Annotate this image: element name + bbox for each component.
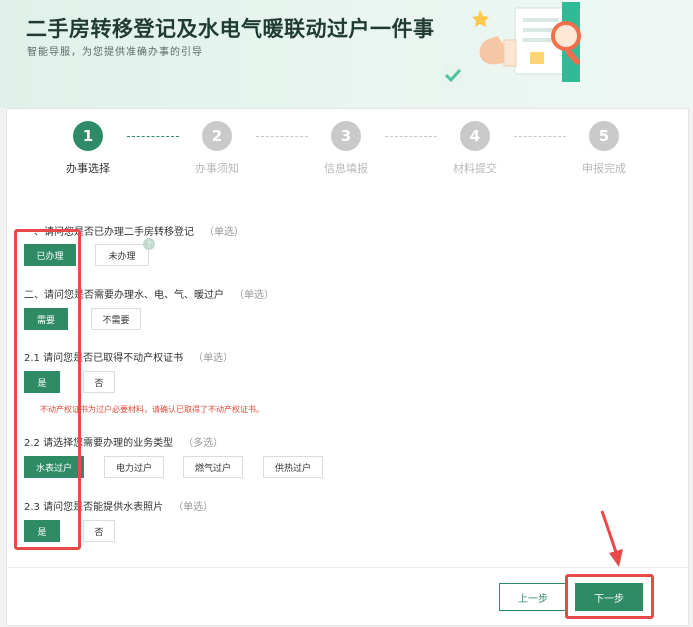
step-number: 5	[589, 121, 619, 151]
question-hint: （单选）	[234, 290, 274, 301]
step-4: 4 材料提交	[435, 121, 515, 176]
footer-divider	[7, 567, 688, 568]
question-hint: （单选）	[204, 227, 244, 238]
prev-button[interactable]: 上一步	[499, 583, 567, 611]
highlight-box-options	[14, 229, 81, 550]
question-hint: （单选）	[173, 502, 214, 513]
page-subtitle: 智能导服，为您提供准确办事的引导	[27, 47, 203, 58]
option-no[interactable]: 否	[83, 371, 115, 393]
option-gas-transfer[interactable]: 燃气过户	[183, 456, 243, 478]
step-connector	[127, 136, 179, 137]
question-hint: （多选）	[183, 438, 224, 449]
step-label: 办事选择	[66, 162, 110, 175]
step-5: 5 申报完成	[564, 121, 644, 176]
option-no-need[interactable]: 不需要	[91, 308, 141, 330]
step-label: 办事须知	[195, 162, 239, 175]
header-banner: 二手房转移登记及水电气暖联动过户一件事 智能导服，为您提供准确办事的引导	[0, 0, 693, 108]
document-magnifier-illustration-icon	[441, 2, 581, 86]
step-label: 信息填报	[324, 162, 368, 175]
step-number: 1	[73, 121, 103, 151]
step-1: 1 办事选择	[48, 121, 128, 176]
step-connector	[514, 136, 566, 137]
option-no[interactable]: 否	[83, 520, 115, 542]
progress-steps: 1 办事选择 2 办事须知 3 信息填报 4 材料提交 5 申报完成	[7, 121, 688, 181]
annotation-arrow-icon	[600, 510, 623, 567]
option-not-done[interactable]: 未办理	[95, 244, 149, 266]
step-number: 2	[202, 121, 232, 151]
step-label: 申报完成	[582, 162, 626, 175]
step-connector	[256, 136, 308, 137]
main-panel: 1 办事选择 2 办事须知 3 信息填报 4 材料提交 5 申报完成 一、请问您…	[6, 108, 689, 626]
page-title: 二手房转移登记及水电气暖联动过户一件事	[26, 17, 435, 41]
step-label: 材料提交	[453, 162, 497, 175]
highlight-box-next	[565, 574, 654, 619]
question-hint: （单选）	[193, 353, 234, 364]
step-number: 3	[331, 121, 361, 151]
option-power-transfer[interactable]: 电力过户	[104, 456, 164, 478]
step-connector	[385, 136, 437, 137]
step-3: 3 信息填报	[306, 121, 386, 176]
step-number: 4	[460, 121, 490, 151]
option-heating-transfer[interactable]: 供热过户	[263, 456, 323, 478]
step-2: 2 办事须知	[177, 121, 257, 176]
help-icon[interactable]: ?	[143, 238, 155, 250]
